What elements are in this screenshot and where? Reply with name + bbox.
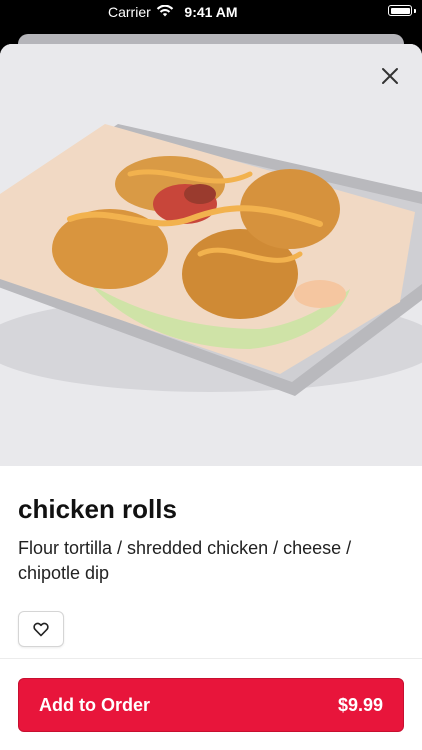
battery-tip bbox=[414, 9, 416, 13]
price-label: $9.99 bbox=[337, 694, 383, 715]
status-time: 9:41 AM bbox=[184, 4, 238, 20]
favorite-button[interactable] bbox=[18, 611, 64, 647]
product-title: chicken rolls bbox=[18, 494, 177, 524]
heart-icon bbox=[33, 622, 49, 636]
chicken-rolls-photo bbox=[0, 44, 422, 466]
close-icon bbox=[382, 68, 398, 84]
product-description: Flour tortilla / shredded chicken / chee… bbox=[18, 538, 352, 583]
status-bar: Carrier 9:41 AM bbox=[0, 0, 422, 26]
add-to-order-label: Add to Order bbox=[39, 694, 150, 715]
product-image bbox=[0, 44, 422, 466]
add-to-order-button[interactable]: Add to Order $9.99 bbox=[18, 678, 404, 732]
product-sheet: chicken rolls Flour tortilla / shredded … bbox=[0, 44, 422, 750]
close-button[interactable] bbox=[378, 64, 402, 88]
divider bbox=[0, 658, 422, 659]
battery-icon bbox=[388, 5, 412, 16]
